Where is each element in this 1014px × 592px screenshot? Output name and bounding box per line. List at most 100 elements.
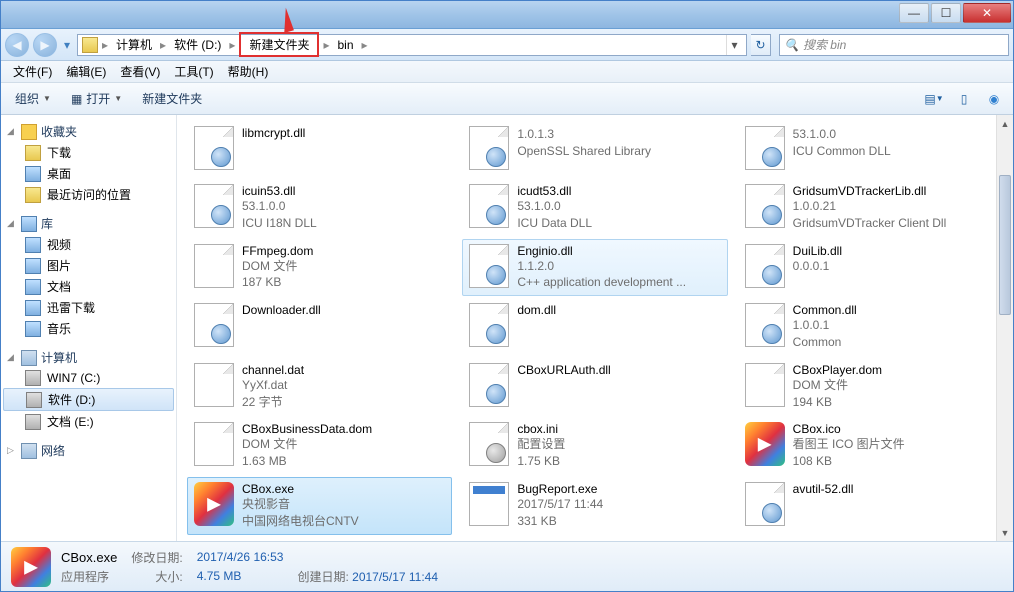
file-meta: 194 KB: [793, 394, 996, 411]
chevron-right-icon[interactable]: ▸: [100, 38, 110, 52]
forward-button[interactable]: ▶: [33, 33, 57, 57]
breadcrumb-segment[interactable]: 计算机: [112, 34, 156, 55]
file-item[interactable]: CBoxBusinessData.domDOM 文件1.63 MB: [187, 417, 452, 475]
sidebar-label: 网络: [41, 442, 65, 459]
scroll-up-button[interactable]: ▲: [997, 115, 1013, 132]
doc-icon: [194, 244, 234, 288]
file-meta: Common: [793, 334, 996, 351]
file-item[interactable]: CBoxPlayer.domDOM 文件194 KB: [738, 358, 1003, 416]
sidebar-item-drive-e[interactable]: 文档 (E:): [1, 411, 176, 432]
file-item[interactable]: DuiLib.dll0.0.0.1: [738, 239, 1003, 297]
organize-button[interactable]: 组织 ▼: [9, 87, 57, 110]
sidebar-favorites-header[interactable]: ◢收藏夹: [1, 121, 176, 142]
chevron-right-icon[interactable]: ▸: [227, 38, 237, 52]
sidebar-item-drive-d[interactable]: 软件 (D:): [3, 388, 174, 411]
file-meta: ICU Common DLL: [793, 143, 996, 160]
file-item[interactable]: channel.datYyXf.dat22 字节: [187, 358, 452, 416]
maximize-button[interactable]: ☐: [931, 3, 961, 23]
view-options-button[interactable]: ▤▼: [923, 88, 945, 110]
file-item[interactable]: CBoxURLAuth.dll: [462, 358, 727, 416]
file-item[interactable]: CBox.ico看图王 ICO 图片文件108 KB: [738, 417, 1003, 475]
search-input[interactable]: 🔍 搜索 bin: [779, 34, 1009, 56]
file-item[interactable]: FFmpeg.domDOM 文件187 KB: [187, 239, 452, 297]
refresh-button[interactable]: ↻: [751, 34, 771, 56]
preview-pane-button[interactable]: ▯: [953, 88, 975, 110]
file-item[interactable]: 1.0.1.3OpenSSL Shared Library: [462, 121, 727, 177]
file-item[interactable]: Downloader.dll: [187, 298, 452, 356]
menu-edit[interactable]: 编辑(E): [60, 61, 112, 82]
file-name: DuiLib.dll: [793, 244, 996, 258]
file-meta: 1.63 MB: [242, 453, 445, 470]
sidebar-item-recent[interactable]: 最近访问的位置: [1, 184, 176, 205]
status-filename: CBox.exe: [61, 550, 117, 565]
sidebar-computer-header[interactable]: ◢计算机: [1, 347, 176, 368]
file-item[interactable]: avutil-52.dll: [738, 477, 1003, 535]
chevron-right-icon[interactable]: ▸: [321, 38, 331, 52]
content-area: ◢收藏夹 下载 桌面 最近访问的位置 ◢库 视频 图片 文档 迅雷下载 音乐 ◢…: [1, 115, 1013, 541]
new-folder-button[interactable]: 新建文件夹: [136, 87, 208, 110]
open-button[interactable]: ▦ 打开 ▼: [65, 87, 128, 110]
statusbar: CBox.exe 修改日期: 2017/4/26 16:53 应用程序 大小: …: [1, 541, 1013, 591]
chevron-right-icon[interactable]: ▸: [158, 38, 168, 52]
sidebar-item-thunder[interactable]: 迅雷下载: [1, 297, 176, 318]
sidebar-item-desktop[interactable]: 桌面: [1, 163, 176, 184]
file-item[interactable]: dom.dll: [462, 298, 727, 356]
search-icon: 🔍: [784, 38, 799, 52]
file-meta: 22 字节: [242, 394, 445, 411]
file-item[interactable]: GridsumVDTrackerLib.dll1.0.0.21GridsumVD…: [738, 179, 1003, 237]
breadcrumb-segment[interactable]: 软件 (D:): [170, 34, 225, 55]
sidebar-item-drive-c[interactable]: WIN7 (C:): [1, 368, 176, 388]
minimize-button[interactable]: —: [899, 3, 929, 23]
sidebar-item-videos[interactable]: 视频: [1, 234, 176, 255]
address-bar[interactable]: ▸ 计算机 ▸ 软件 (D:) ▸ 新建文件夹 ▸ bin ▸ ▾: [77, 34, 747, 56]
vertical-scrollbar[interactable]: ▲ ▼: [996, 115, 1013, 541]
toolbar: 组织 ▼ ▦ 打开 ▼ 新建文件夹 ▤▼ ▯ ◉: [1, 83, 1013, 115]
file-item[interactable]: icudt53.dll53.1.0.0ICU Data DLL: [462, 179, 727, 237]
file-meta: YyXf.dat: [242, 377, 445, 394]
menu-tools[interactable]: 工具(T): [168, 61, 219, 82]
nav-history-dropdown[interactable]: ▾: [61, 33, 73, 57]
file-item[interactable]: cbox.ini配置设置1.75 KB: [462, 417, 727, 475]
sidebar-item-pictures[interactable]: 图片: [1, 255, 176, 276]
file-item[interactable]: Enginio.dll1.1.2.0C++ application develo…: [462, 239, 727, 297]
computer-icon: [21, 350, 37, 366]
drive-icon: [25, 370, 41, 386]
doc-icon: [745, 363, 785, 407]
file-name: Enginio.dll: [517, 244, 720, 258]
file-item[interactable]: Common.dll1.0.0.1Common: [738, 298, 1003, 356]
sidebar-item-music[interactable]: 音乐: [1, 318, 176, 339]
scroll-thumb[interactable]: [999, 175, 1011, 315]
chevron-right-icon[interactable]: ▸: [360, 38, 370, 52]
file-item[interactable]: CBox.exe央视影音中国网络电视台CNTV: [187, 477, 452, 535]
close-button[interactable]: ✕: [963, 3, 1011, 23]
sidebar-libraries-header[interactable]: ◢库: [1, 213, 176, 234]
menu-view[interactable]: 查看(V): [114, 61, 166, 82]
sidebar-item-label: 最近访问的位置: [47, 186, 131, 203]
sidebar-item-label: 文档: [47, 278, 71, 295]
sidebar-item-documents[interactable]: 文档: [1, 276, 176, 297]
file-meta: 53.1.0.0: [242, 198, 445, 215]
file-item[interactable]: libmcrypt.dll: [187, 121, 452, 177]
address-dropdown[interactable]: ▾: [726, 35, 742, 55]
help-button[interactable]: ◉: [983, 88, 1005, 110]
sidebar-item-label: 视频: [47, 236, 71, 253]
file-meta: ICU I18N DLL: [242, 215, 445, 232]
file-meta: 2017/5/17 11:44: [517, 496, 720, 513]
file-list[interactable]: libmcrypt.dll1.0.1.3OpenSSL Shared Libra…: [177, 115, 1013, 541]
back-button[interactable]: ◀: [5, 33, 29, 57]
breadcrumb-segment-highlighted[interactable]: 新建文件夹: [239, 32, 319, 57]
sidebar-network-header[interactable]: ▷网络: [1, 440, 176, 461]
file-item[interactable]: BugReport.exe2017/5/17 11:44331 KB: [462, 477, 727, 535]
file-item[interactable]: 53.1.0.0ICU Common DLL: [738, 121, 1003, 177]
sidebar-item-label: 下载: [47, 144, 71, 161]
dll-icon: [745, 244, 785, 288]
dll-icon: [469, 126, 509, 170]
menu-help[interactable]: 帮助(H): [222, 61, 275, 82]
breadcrumb-segment[interactable]: bin: [333, 36, 357, 54]
file-item[interactable]: icuin53.dll53.1.0.0ICU I18N DLL: [187, 179, 452, 237]
sidebar-label: 库: [41, 215, 53, 232]
menu-file[interactable]: 文件(F): [7, 61, 58, 82]
scroll-down-button[interactable]: ▼: [997, 524, 1013, 541]
sidebar-item-downloads[interactable]: 下载: [1, 142, 176, 163]
file-name: FFmpeg.dom: [242, 244, 445, 258]
